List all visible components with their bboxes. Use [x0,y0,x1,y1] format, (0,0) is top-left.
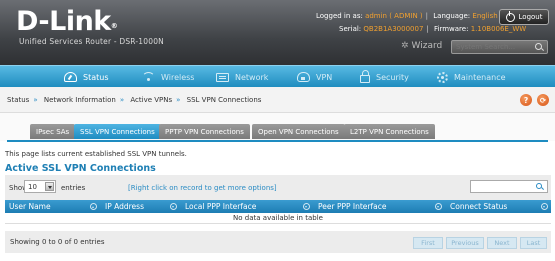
help-icon[interactable]: ? [520,94,532,106]
logout-button[interactable]: Logout [499,9,549,25]
refresh-icon[interactable]: ⟳ [537,94,549,106]
top-header: D-Link® Unified Services Router - DSR-10… [0,0,555,65]
empty-table-message: No data available in table [5,213,551,224]
tab-bar: IPsec SAs SSL VPN Connections PPTP VPN C… [0,113,555,141]
gauge-icon [64,72,77,82]
breadcrumb-ssl-vpn-connections: SSL VPN Connections [186,96,262,104]
tab-ssl-vpn-connections[interactable]: SSL VPN Connections [74,124,161,139]
tab-underline [7,140,548,142]
power-icon [505,10,515,22]
chevron-down-icon [45,182,54,191]
system-search[interactable] [451,40,548,54]
login-info: Logged in as: admin ( ADMIN ) | Language:… [316,12,515,20]
sort-asc-icon[interactable] [90,203,97,210]
wand-icon: ✲ [401,41,409,51]
table-header: User Name IP Address Local PPP Interface… [5,200,551,213]
col-user-name[interactable]: User Name [9,200,51,213]
gear-icon [437,71,448,83]
section-title: Active SSL VPN Connections [5,163,156,174]
tab-ipsec-sas[interactable]: IPsec SAs [30,124,76,139]
network-icon [216,72,229,82]
tab-open-vpn-connections[interactable]: Open VPN Connections [252,124,345,139]
table-hint: [Right click on record to get more optio… [128,184,277,192]
tab-pptp-vpn-connections[interactable]: PPTP VPN Connections [159,124,250,139]
entries-label: entries [61,184,86,192]
nav-security[interactable]: Security [360,66,409,88]
pager-last-button[interactable]: Last [520,237,547,249]
table-footer: Showing 0 to 0 of 0 entries First Previo… [5,231,551,253]
product-name: Unified Services Router - DSR-1000N [19,37,164,46]
lock-icon [360,70,370,83]
table-info: Showing 0 to 0 of 0 entries [10,238,105,246]
pager-previous-button[interactable]: Previous [446,237,484,249]
nav-network[interactable]: Network [216,66,268,88]
system-search-input[interactable] [452,41,532,53]
breadcrumb: Status» Network Information» Active VPNs… [7,96,262,104]
dlink-logo: D-Link® [16,6,118,37]
col-connect-status[interactable]: Connect Status [450,200,507,213]
wizard-link[interactable]: ✲ Wizard [401,41,442,51]
wifi-icon [142,72,155,84]
device-info: Serial: QB2B1A3000007 | Firmware: 1.10B00… [339,25,527,33]
breadcrumb-status[interactable]: Status [7,96,29,104]
sort-icon[interactable] [435,203,442,210]
pager-next-button[interactable]: Next [487,237,517,249]
page-description: This page lists current established SSL … [5,150,187,158]
col-peer-ppp-interface[interactable]: Peer PPP Interface [318,200,386,213]
vpn-cloud-icon [297,72,310,82]
breadcrumb-active-vpns[interactable]: Active VPNs [130,96,172,104]
table-controls: Show 10 entries [Right click on record t… [5,175,551,200]
pager-first-button[interactable]: First [413,237,443,249]
col-local-ppp-interface[interactable]: Local PPP Interface [185,200,256,213]
page-size-select[interactable]: 10 [24,180,56,193]
sort-icon[interactable] [303,203,310,210]
search-icon [536,183,542,189]
sort-icon[interactable] [170,203,177,210]
breadcrumb-bar: Status» Network Information» Active VPNs… [0,87,555,113]
tab-l2tp-vpn-connections[interactable]: L2TP VPN Connections [344,124,435,139]
search-icon[interactable] [535,43,542,50]
nav-vpn[interactable]: VPN [297,66,332,88]
sort-icon[interactable] [541,203,548,210]
main-nav: Status Wireless Network VPN Security Mai… [0,65,555,87]
nav-status[interactable]: Status [64,66,109,88]
nav-maintenance[interactable]: Maintenance [437,66,506,88]
nav-wireless[interactable]: Wireless [142,66,194,88]
breadcrumb-network-information[interactable]: Network Information [44,96,116,104]
col-ip-address[interactable]: IP Address [105,200,144,213]
table-search-input[interactable] [470,180,548,193]
